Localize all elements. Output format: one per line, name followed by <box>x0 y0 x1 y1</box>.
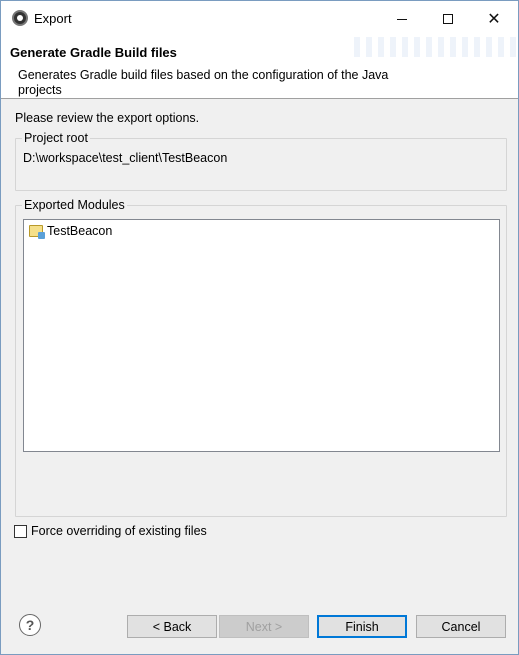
help-icon: ? <box>25 617 35 633</box>
wizard-title: Generate Gradle Build files <box>10 45 177 60</box>
project-root-path: D:\workspace\test_client\TestBeacon <box>23 151 228 165</box>
force-override-option[interactable]: Force overriding of existing files <box>14 524 207 538</box>
force-override-checkbox[interactable] <box>14 524 27 538</box>
next-button[interactable]: Next > <box>219 615 309 638</box>
back-button[interactable]: < Back <box>127 615 217 638</box>
force-override-label: Force overriding of existing files <box>31 524 207 538</box>
window-title: Export <box>34 11 72 26</box>
module-list[interactable]: TestBeacon <box>23 219 500 452</box>
minimize-button[interactable] <box>379 1 425 37</box>
eclipse-gear-icon <box>12 10 28 26</box>
exported-modules-legend: Exported Modules <box>22 198 127 212</box>
minimize-icon <box>397 18 407 20</box>
finish-button[interactable]: Finish <box>317 615 407 638</box>
exported-modules-group: Exported Modules TestBeacon <box>15 198 507 517</box>
maximize-icon <box>443 14 453 24</box>
wizard-banner: Generate Gradle Build files Generates Gr… <box>1 37 518 99</box>
close-icon: ✕ <box>487 11 501 28</box>
close-button[interactable]: ✕ <box>471 1 517 37</box>
help-button[interactable]: ? <box>19 614 41 636</box>
banner-decoration <box>348 37 518 57</box>
project-root-group: Project root D:\workspace\test_client\Te… <box>15 131 507 191</box>
title-bar[interactable]: Export ✕ <box>1 1 518 37</box>
project-root-legend: Project root <box>22 131 90 145</box>
list-item[interactable]: TestBeacon <box>29 224 113 239</box>
maximize-button[interactable] <box>425 1 471 37</box>
review-label: Please review the export options. <box>15 111 200 125</box>
project-folder-icon <box>29 225 45 239</box>
cancel-button[interactable]: Cancel <box>416 615 506 638</box>
module-label: TestBeacon <box>47 224 113 238</box>
wizard-description: Generates Gradle build files based on th… <box>18 68 389 97</box>
export-dialog: Export ✕ Generate Gradle Build files Gen… <box>0 0 519 655</box>
